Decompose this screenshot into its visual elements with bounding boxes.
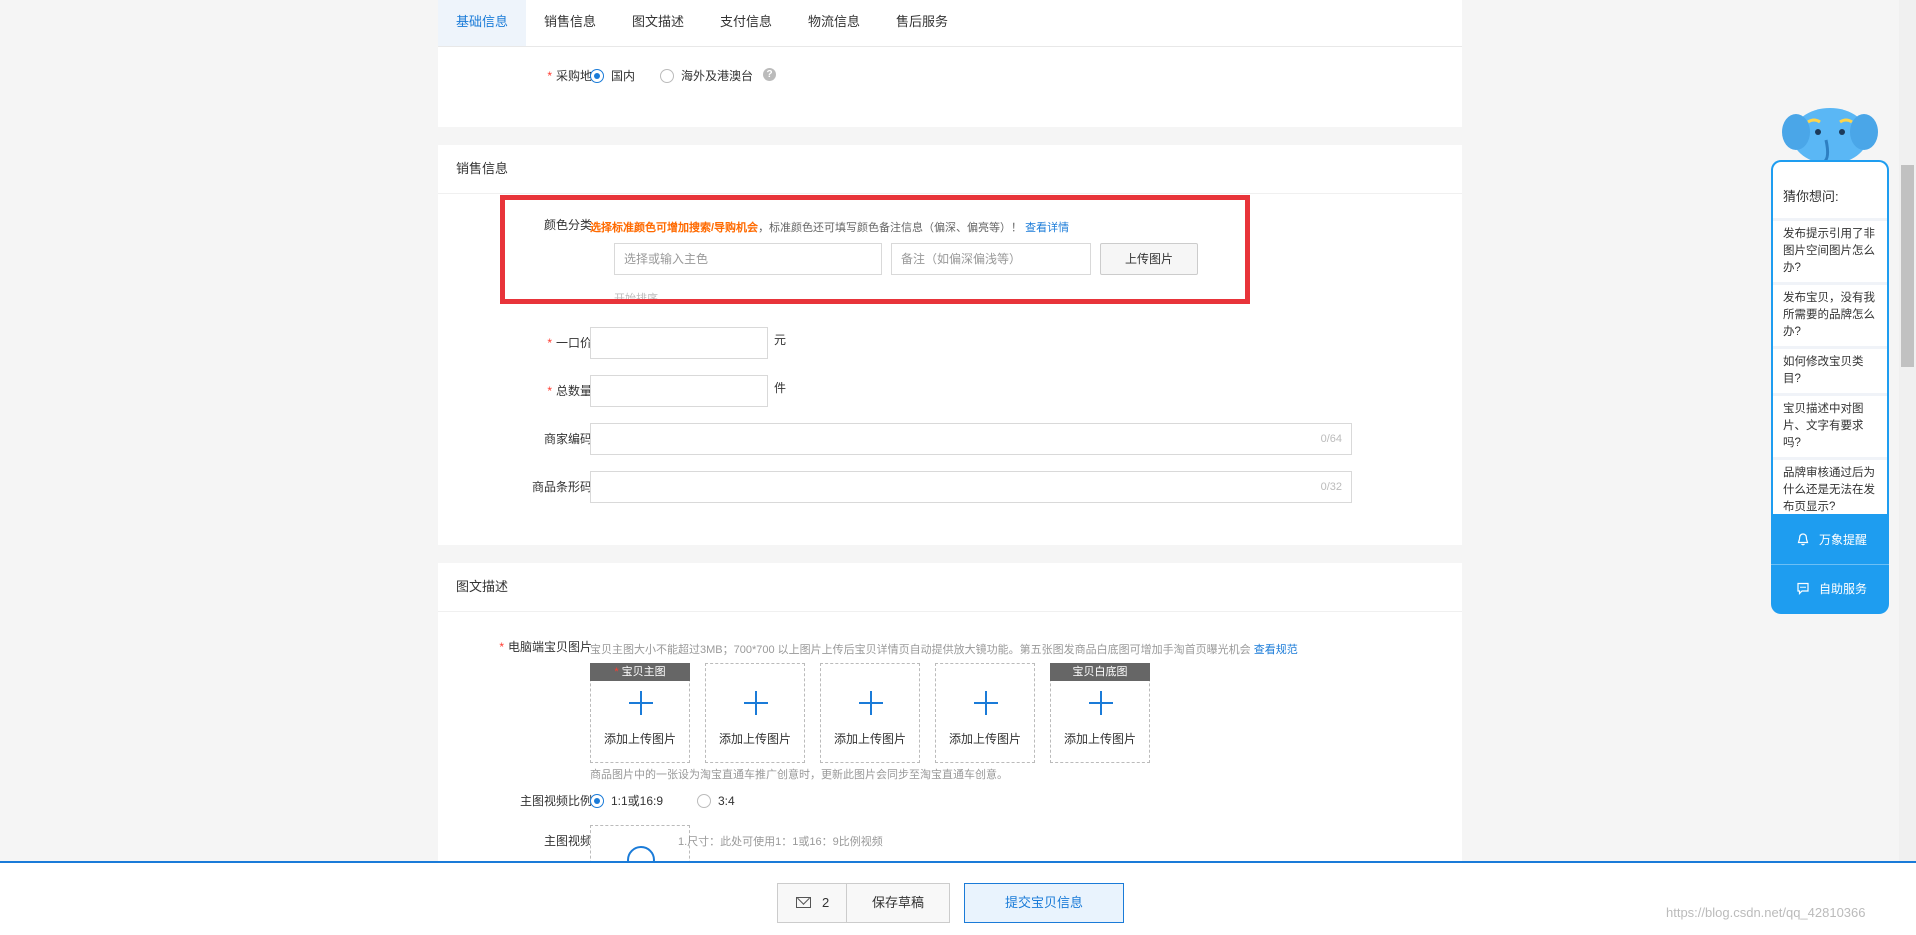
white-image-tag: 宝贝白底图 bbox=[1050, 663, 1150, 681]
price-row: * 一口价 元 bbox=[438, 327, 1462, 359]
price-input[interactable] bbox=[590, 327, 768, 359]
mail-icon bbox=[796, 897, 811, 908]
description-section-title: 图文描述 bbox=[438, 563, 1462, 612]
plus-icon bbox=[974, 691, 998, 715]
purchase-place-row: * 采购地 国内 海外及港澳台 ? bbox=[438, 60, 1462, 92]
barcode-row: 商品条形码 0/32 bbox=[438, 471, 1462, 503]
pc-images-note: 商品图片中的一张设为淘宝直通车推广创意时，更新此图片会同步至淘宝直通车创意。 bbox=[590, 769, 1008, 781]
clipped-sort-text: 开始排序 bbox=[614, 293, 658, 299]
sales-section: 销售信息 颜色分类 选择标准颜色可增加搜索/导购机会，标准颜色还可填写颜色备注信… bbox=[438, 145, 1462, 545]
radio-overseas[interactable] bbox=[660, 69, 674, 83]
quantity-input[interactable] bbox=[590, 375, 768, 407]
upload-tile-3[interactable]: 添加上传图片 bbox=[820, 663, 920, 763]
upload-tile-4[interactable]: 添加上传图片 bbox=[935, 663, 1035, 763]
radio-overseas-label[interactable]: 海外及港澳台 bbox=[681, 60, 753, 92]
quantity-row: * 总数量 件 bbox=[438, 375, 1462, 407]
upload-image-button[interactable]: 上传图片 bbox=[1100, 243, 1198, 275]
upload-tile-text: 添加上传图片 bbox=[948, 732, 1021, 746]
help-question[interactable]: 发布宝贝，没有我所需要的品牌怎么办? bbox=[1773, 282, 1887, 346]
plus-icon bbox=[859, 691, 883, 715]
barcode-counter: 0/32 bbox=[1320, 481, 1342, 493]
merchant-code-label: 商家编码 bbox=[543, 432, 592, 446]
description-section: 图文描述 * 电脑端宝贝图片 宝贝主图大小不能超过3MB；700*700 以上图片… bbox=[438, 563, 1462, 925]
help-title: 猜你想问: bbox=[1783, 189, 1839, 204]
video-ratio-label: 主图视频比例 bbox=[519, 794, 592, 808]
sales-section-title: 销售信息 bbox=[438, 145, 1462, 194]
quantity-unit: 件 bbox=[774, 381, 787, 395]
pc-images-hint: 宝贝主图大小不能超过3MB；700*700 以上图片上传后宝贝详情页自动提供放大… bbox=[590, 644, 1298, 656]
radio-ratio-16-9-label[interactable]: 1:1或16:9 bbox=[611, 785, 663, 817]
save-draft-button[interactable]: 保存草稿 bbox=[846, 883, 950, 923]
upload-tile-text: 添加上传图片 bbox=[833, 732, 906, 746]
upload-tile-2[interactable]: 添加上传图片 bbox=[705, 663, 805, 763]
upload-tile-main[interactable]: * 宝贝主图 添加上传图片 bbox=[590, 663, 690, 763]
barcode-input[interactable]: 0/32 bbox=[590, 471, 1352, 503]
color-note-input[interactable]: 备注（如偏深偏浅等） bbox=[891, 243, 1091, 275]
radio-domestic-label[interactable]: 国内 bbox=[611, 60, 635, 92]
page-scrollbar[interactable] bbox=[1899, 0, 1916, 861]
main-image-tag: * 宝贝主图 bbox=[590, 663, 690, 681]
pc-images-hint-link[interactable]: 查看规范 bbox=[1254, 644, 1298, 656]
scrollbar-thumb[interactable] bbox=[1901, 165, 1914, 367]
tab-logistics[interactable]: 物流信息 bbox=[790, 0, 878, 46]
self-service-button[interactable]: 自助服务 bbox=[1771, 565, 1889, 613]
help-question[interactable]: 如何修改宝贝类目? bbox=[1773, 346, 1887, 393]
bell-icon bbox=[1797, 533, 1809, 546]
video-hint: 1.尺寸：此处可使用1：1或16：9比例视频 bbox=[678, 836, 883, 848]
price-unit: 元 bbox=[774, 333, 787, 347]
radio-ratio-3-4-label[interactable]: 3:4 bbox=[718, 785, 735, 817]
merchant-code-row: 商家编码 0/64 bbox=[438, 423, 1462, 455]
pc-images-label: * 电脑端宝贝图片 bbox=[499, 640, 592, 654]
upload-tile-text: 添加上传图片 bbox=[603, 732, 676, 746]
main-form: 基础信息 销售信息 图文描述 支付信息 物流信息 售后服务 * 采购地 国内 海外… bbox=[438, 0, 1462, 925]
help-questions-panel: 猜你想问: 发布提示引用了非图片空间图片怎么办? 发布宝贝，没有我所需要的品牌怎… bbox=[1773, 162, 1887, 514]
basic-info-section: * 采购地 国内 海外及港澳台 ? bbox=[438, 47, 1462, 127]
help-question[interactable]: 宝贝描述中对图片、文字有要求吗? bbox=[1773, 393, 1887, 457]
color-label: 颜色分类 bbox=[543, 218, 592, 232]
merchant-code-input[interactable]: 0/64 bbox=[590, 423, 1352, 455]
tab-basic-info[interactable]: 基础信息 bbox=[438, 0, 526, 46]
elephant-mascot-icon[interactable] bbox=[1780, 102, 1880, 166]
quantity-label: * 总数量 bbox=[547, 384, 592, 398]
message-button[interactable]: 2 bbox=[777, 883, 847, 923]
help-question-icon[interactable]: ? bbox=[763, 68, 776, 81]
radio-ratio-16-9[interactable] bbox=[590, 794, 604, 808]
section-tabs: 基础信息 销售信息 图文描述 支付信息 物流信息 售后服务 bbox=[438, 0, 1462, 47]
tab-description[interactable]: 图文描述 bbox=[614, 0, 702, 46]
radio-domestic[interactable] bbox=[590, 69, 604, 83]
video-ratio-row: 主图视频比例 1:1或16:9 3:4 bbox=[438, 785, 1462, 817]
tab-payment[interactable]: 支付信息 bbox=[702, 0, 790, 46]
purchase-place-label: * 采购地 bbox=[547, 69, 592, 83]
message-count: 2 bbox=[822, 895, 830, 910]
plus-icon bbox=[744, 691, 768, 715]
color-hint: 选择标准颜色可增加搜索/导购机会，标准颜色还可填写颜色备注信息（偏深、偏亮等）！… bbox=[590, 222, 1070, 234]
plus-icon bbox=[1089, 691, 1113, 715]
radio-ratio-3-4[interactable] bbox=[697, 794, 711, 808]
reminder-button[interactable]: 万象提醒 bbox=[1771, 516, 1889, 565]
upload-tile-white[interactable]: 宝贝白底图 添加上传图片 bbox=[1050, 663, 1150, 763]
main-color-input[interactable]: 选择或输入主色 bbox=[614, 243, 882, 275]
self-service-label: 自助服务 bbox=[1819, 582, 1868, 596]
help-question[interactable]: 品牌审核通过后为什么还是无法在发布页显示? bbox=[1773, 457, 1887, 521]
help-question[interactable]: 发布提示引用了非图片空间图片怎么办? bbox=[1773, 218, 1887, 282]
tab-sales-info[interactable]: 销售信息 bbox=[526, 0, 614, 46]
price-label: * 一口价 bbox=[547, 336, 592, 350]
upload-tile-text: 添加上传图片 bbox=[718, 732, 791, 746]
watermark: https://blog.csdn.net/qq_42810366 bbox=[1666, 905, 1866, 920]
plus-icon bbox=[629, 691, 653, 715]
video-row: 主图视频 1.尺寸：此处可使用1：1或16：9比例视频 bbox=[438, 825, 1462, 925]
reminder-label: 万象提醒 bbox=[1819, 533, 1868, 547]
color-hint-link[interactable]: 查看详情 bbox=[1025, 222, 1069, 234]
video-label: 主图视频 bbox=[543, 834, 592, 848]
barcode-label: 商品条形码 bbox=[531, 480, 592, 494]
bottom-action-bar: 2 保存草稿 提交宝贝信息 https://blog.csdn.net/qq_4… bbox=[0, 861, 1916, 935]
merchant-code-counter: 0/64 bbox=[1320, 433, 1342, 445]
upload-tile-text: 添加上传图片 bbox=[1063, 732, 1136, 746]
submit-button[interactable]: 提交宝贝信息 bbox=[964, 883, 1124, 923]
help-widget: 猜你想问: 发布提示引用了非图片空间图片怎么办? 发布宝贝，没有我所需要的品牌怎… bbox=[1771, 160, 1889, 614]
tab-after-sales[interactable]: 售后服务 bbox=[878, 0, 966, 46]
chat-icon bbox=[1797, 582, 1809, 595]
